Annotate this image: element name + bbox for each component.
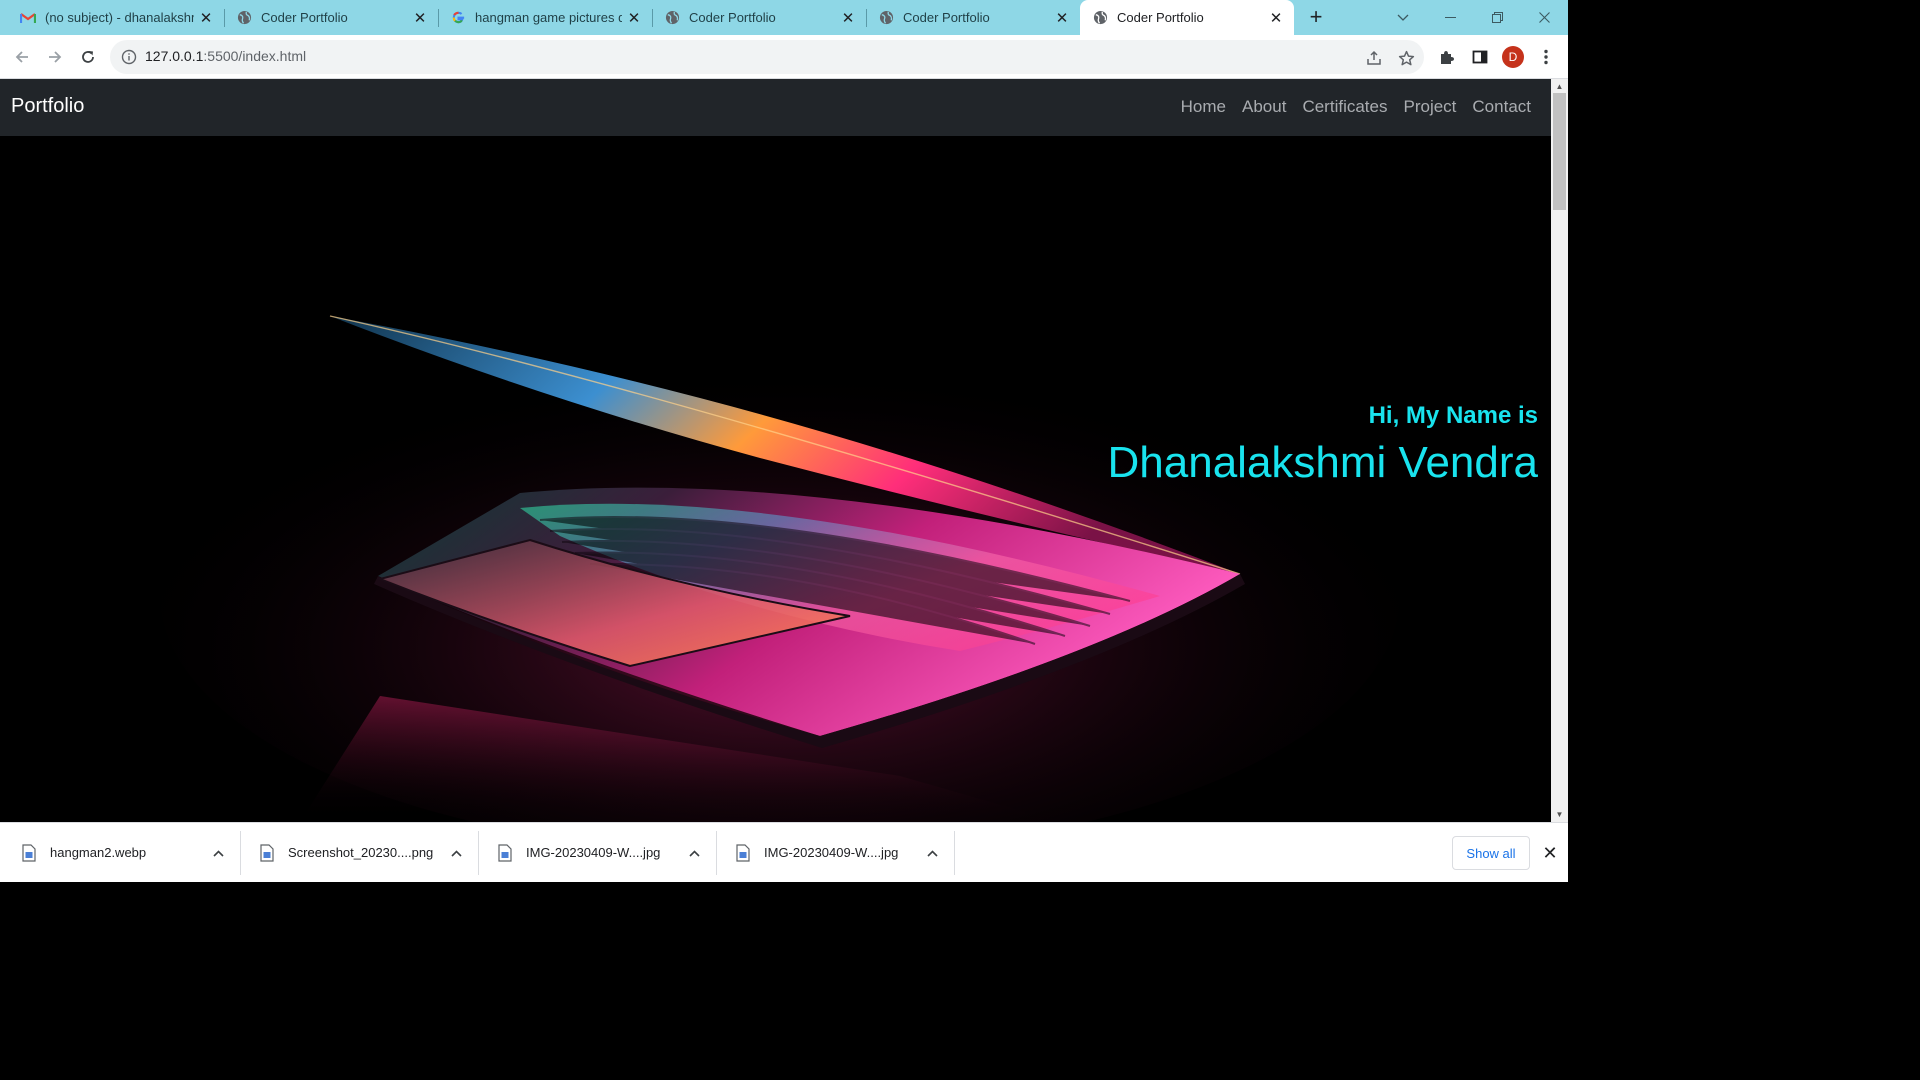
back-button[interactable] — [9, 44, 35, 70]
address-bar[interactable]: 127.0.0.1:5500/index.html — [110, 40, 1424, 74]
site-navbar: Portfolio Home About Certificates Projec… — [0, 79, 1551, 136]
url-text: 127.0.0.1:5500/index.html — [145, 48, 306, 64]
show-all-downloads-button[interactable]: Show all — [1452, 836, 1530, 870]
forward-button[interactable] — [42, 44, 68, 70]
scroll-up-arrow-icon[interactable]: ▲ — [1551, 79, 1568, 94]
nav-link-home[interactable]: Home — [1181, 97, 1226, 117]
close-shelf-icon[interactable]: ✕ — [1538, 841, 1562, 865]
tab-title: (no subject) - dhanalakshmi — [45, 10, 194, 25]
download-shelf: hangman2.webp Screenshot_20230....png IM… — [0, 822, 1568, 882]
chevron-up-icon[interactable] — [684, 843, 704, 863]
reload-icon — [82, 51, 94, 63]
tab-gmail[interactable]: (no subject) - dhanalakshmi ✕ — [0, 0, 224, 35]
close-tab-icon[interactable]: ✕ — [626, 10, 642, 27]
url-path: :5500/index.html — [203, 48, 307, 64]
globe-icon — [236, 10, 252, 26]
gmail-icon — [20, 10, 36, 26]
download-divider — [954, 831, 955, 875]
globe-icon — [664, 10, 680, 26]
file-icon — [260, 844, 274, 862]
hero-intro: Hi, My Name is Dhanalakshmi Vendra — [1108, 402, 1538, 488]
download-filename: IMG-20230409-W....jpg — [526, 845, 661, 860]
file-icon — [736, 844, 750, 862]
tab-title: hangman game pictures do — [475, 10, 622, 25]
close-tab-icon[interactable]: ✕ — [412, 10, 428, 27]
close-tab-icon[interactable]: ✕ — [840, 10, 856, 27]
download-item[interactable]: Screenshot_20230....png — [238, 823, 476, 883]
globe-icon — [1092, 10, 1108, 26]
download-filename: IMG-20230409-W....jpg — [764, 845, 899, 860]
side-panel-icon[interactable] — [1467, 44, 1493, 70]
google-icon — [450, 10, 466, 26]
arrow-right-icon — [49, 51, 62, 63]
arrow-left-icon — [15, 51, 28, 63]
download-item[interactable]: hangman2.webp — [0, 823, 238, 883]
tab-coder-portfolio-active[interactable]: Coder Portfolio ✕ — [1080, 0, 1294, 35]
nav-link-certificates[interactable]: Certificates — [1302, 97, 1387, 117]
chevron-up-icon[interactable] — [208, 843, 228, 863]
tab-search-chevron-icon[interactable] — [1380, 0, 1426, 35]
url-host: 127.0.0.1 — [145, 48, 204, 64]
globe-icon — [878, 10, 894, 26]
nav-link-contact[interactable]: Contact — [1472, 97, 1531, 117]
tab-title: Coder Portfolio — [1117, 10, 1204, 25]
hero-section: Hi, My Name is Dhanalakshmi Vendra — [0, 136, 1551, 822]
download-filename: hangman2.webp — [50, 845, 147, 860]
bookmark-star-icon[interactable] — [1397, 49, 1415, 67]
file-icon — [22, 844, 36, 862]
tab-title: Coder Portfolio — [261, 10, 348, 25]
close-tab-icon[interactable]: ✕ — [1268, 10, 1284, 27]
scroll-thumb[interactable] — [1553, 93, 1566, 210]
browser-toolbar: 127.0.0.1:5500/index.html D — [0, 35, 1568, 79]
tab-title: Coder Portfolio — [689, 10, 776, 25]
hero-name: Dhanalakshmi Vendra — [1107, 438, 1538, 487]
profile-avatar[interactable]: D — [1502, 46, 1524, 68]
restore-button[interactable] — [1474, 0, 1520, 35]
new-tab-button[interactable]: + — [1304, 4, 1328, 29]
page-scrollbar[interactable]: ▲ ▼ — [1551, 79, 1568, 822]
download-item[interactable]: IMG-20230409-W....jpg — [476, 823, 714, 883]
site-info-icon[interactable] — [121, 49, 137, 65]
tab-google-search[interactable]: hangman game pictures do ✕ — [438, 0, 652, 35]
nav-link-project[interactable]: Project — [1403, 97, 1456, 117]
scroll-down-arrow-icon[interactable]: ▼ — [1551, 807, 1568, 822]
close-tab-icon[interactable]: ✕ — [1054, 10, 1070, 27]
close-window-button[interactable] — [1521, 0, 1567, 35]
tab-coder-portfolio[interactable]: Coder Portfolio ✕ — [652, 0, 866, 35]
page-viewport: Portfolio Home About Certificates Projec… — [0, 79, 1551, 822]
tab-strip: (no subject) - dhanalakshmi ✕ Coder Port… — [0, 0, 1568, 35]
tab-title: Coder Portfolio — [903, 10, 990, 25]
site-brand-link[interactable]: Portfolio — [11, 95, 84, 118]
share-icon[interactable] — [1365, 49, 1383, 67]
file-icon — [498, 844, 512, 862]
nav-link-about[interactable]: About — [1242, 97, 1286, 117]
extensions-puzzle-icon[interactable] — [1434, 44, 1460, 70]
close-tab-icon[interactable]: ✕ — [198, 10, 214, 27]
tab-coder-portfolio[interactable]: Coder Portfolio ✕ — [224, 0, 438, 35]
download-item[interactable]: IMG-20230409-W....jpg — [714, 823, 952, 883]
download-filename: Screenshot_20230....png — [288, 845, 434, 860]
chevron-up-icon[interactable] — [922, 843, 942, 863]
tab-coder-portfolio[interactable]: Coder Portfolio ✕ — [866, 0, 1080, 35]
hero-greeting: Hi, My Name is — [1368, 402, 1538, 429]
chevron-up-icon[interactable] — [446, 843, 466, 863]
menu-kebab-icon[interactable] — [1533, 44, 1559, 70]
reload-button[interactable] — [75, 44, 101, 70]
minimize-button[interactable] — [1427, 0, 1473, 35]
nav-links: Home About Certificates Project Contact — [1165, 97, 1531, 117]
